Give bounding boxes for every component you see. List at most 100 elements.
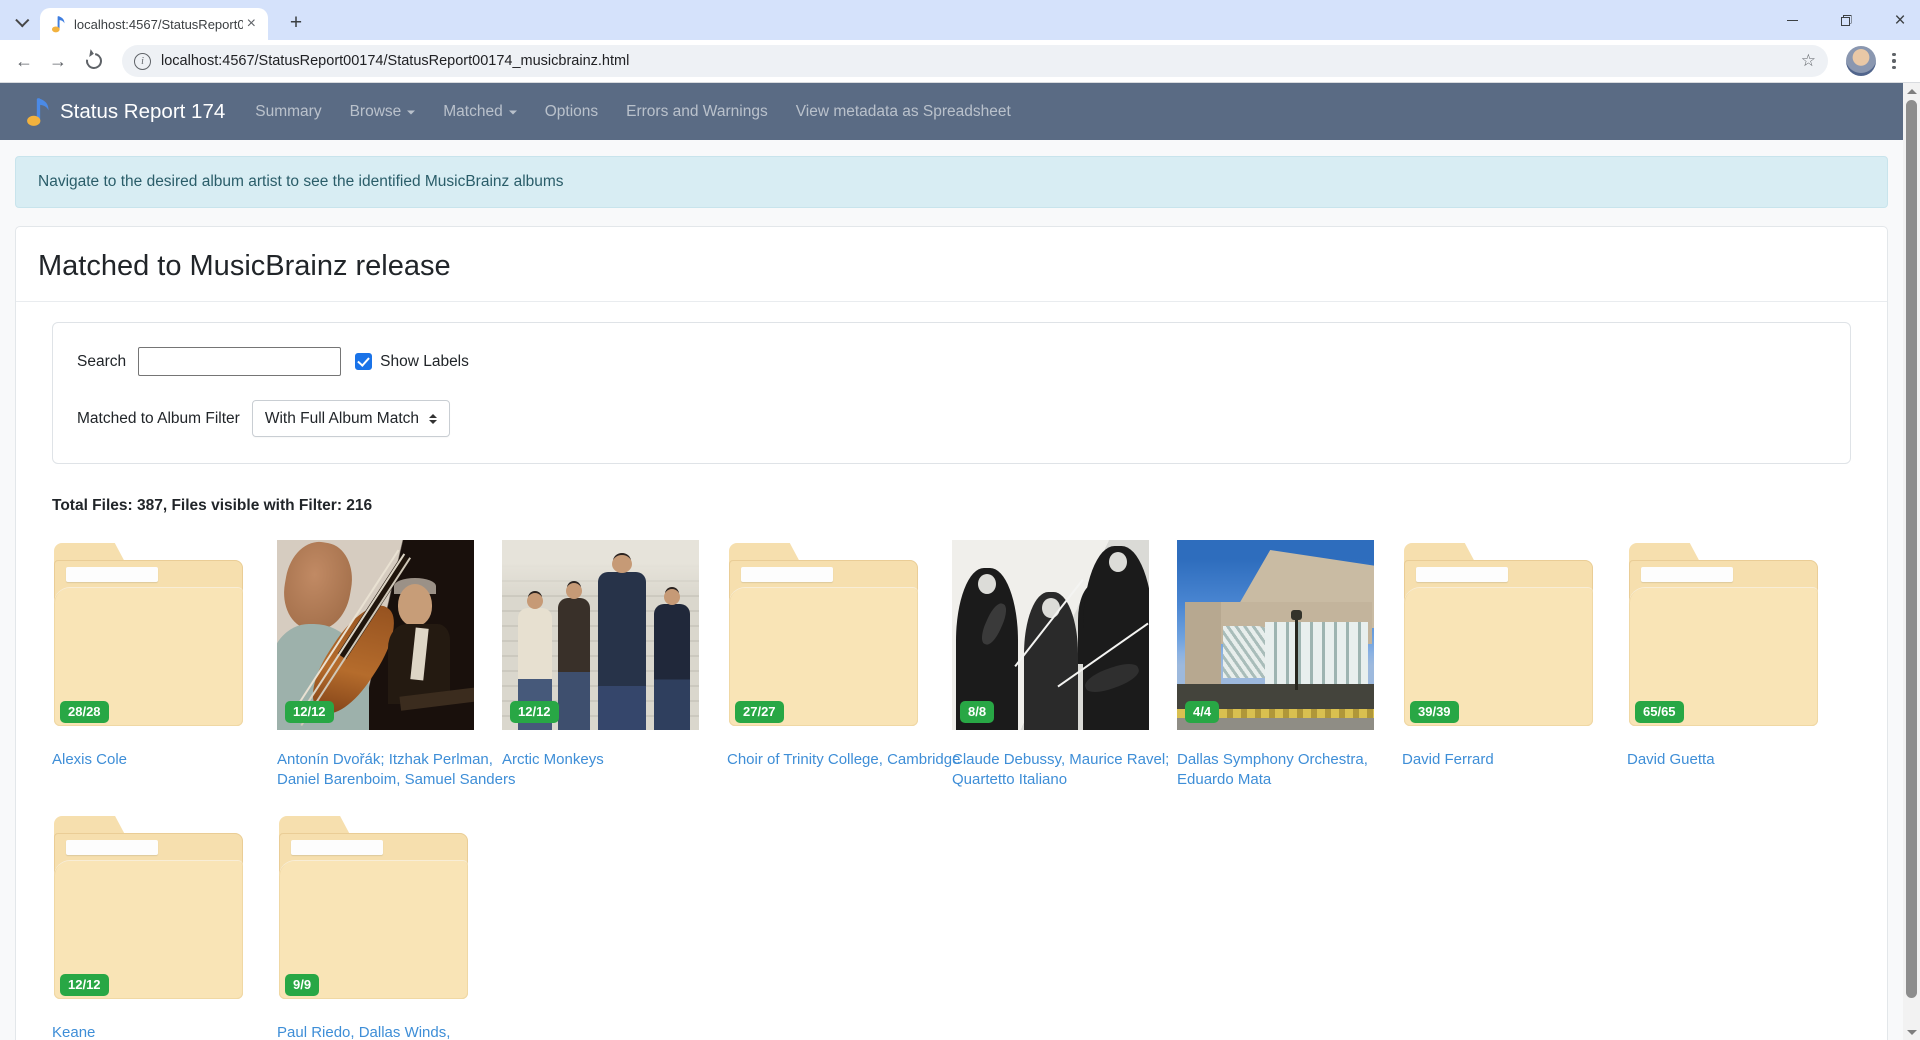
artist-tile[interactable]: 12/12 Keane [52, 813, 249, 1040]
nav-link-label: Browse [350, 103, 402, 121]
navbar-links: Summary Browse Matched Options Errors an… [241, 103, 1025, 121]
url-text[interactable]: localhost:4567/StatusReport00174/StatusR… [161, 53, 1801, 69]
artist-name-link[interactable]: Dallas Symphony Orchestra, Eduardo Mata [1177, 750, 1417, 791]
divider [16, 301, 1887, 302]
artist-tile[interactable]: 12/12 Antonín Dvořák; Itzhak Perlman, Da… [277, 540, 474, 791]
artist-tile[interactable]: 39/39 David Ferrard [1402, 540, 1599, 791]
caret-down-icon [407, 110, 415, 118]
brand-title: Status Report 174 [60, 100, 225, 124]
tab-close-button[interactable]: × [243, 15, 260, 33]
scroll-down-button[interactable] [1903, 1024, 1920, 1040]
artist-tile[interactable]: 4/4 Dallas Symphony Orchestra, Eduardo M… [1177, 540, 1374, 791]
filter-panel: Search Show Labels Matched to Album Filt… [52, 322, 1851, 464]
address-bar[interactable]: i localhost:4567/StatusReport00174/Statu… [122, 45, 1828, 77]
page-title: Matched to MusicBrainz release [16, 227, 1887, 301]
close-icon: × [1894, 11, 1905, 30]
nav-link-label: View metadata as Spreadsheet [796, 103, 1011, 121]
nav-link-label: Matched [443, 103, 502, 121]
match-badge: 12/12 [60, 974, 109, 996]
artist-name-link[interactable]: David Ferrard [1402, 750, 1642, 770]
artist-name-link[interactable]: Paul Riedo, Dallas Winds, Frederick Fenn… [277, 1023, 517, 1040]
artist-thumb[interactable]: 27/27 [727, 540, 924, 730]
scroll-up-icon [1907, 89, 1917, 94]
minimize-icon [1787, 20, 1798, 21]
scroll-down-icon [1907, 1030, 1917, 1035]
site-navbar: Status Report 174 Summary Browse Matched… [0, 83, 1903, 140]
browser-tab[interactable]: localhost:4567/StatusReport001 × [40, 8, 268, 40]
artist-tile[interactable]: 12/12 Arctic Monkeys [502, 540, 699, 791]
info-alert-text: Navigate to the desired album artist to … [38, 173, 564, 191]
artist-name-link[interactable]: Claude Debussy, Maurice Ravel; Quartetto… [952, 750, 1192, 791]
artist-thumb[interactable]: 12/12 [502, 540, 699, 730]
music-note-favicon-icon [50, 15, 66, 33]
browser-menu-button[interactable] [1882, 49, 1906, 73]
artist-tile[interactable]: 65/65 David Guetta [1627, 540, 1824, 791]
nav-link-label: Errors and Warnings [626, 103, 768, 121]
artist-thumb[interactable]: 12/12 [52, 813, 249, 1003]
caret-down-icon [509, 110, 517, 118]
nav-link[interactable]: Browse [336, 103, 430, 121]
search-label: Search [77, 353, 126, 371]
new-tab-button[interactable]: + [282, 9, 310, 37]
album-filter-value: With Full Album Match [265, 410, 419, 428]
show-labels-label: Show Labels [380, 353, 469, 371]
artist-thumb[interactable]: 28/28 [52, 540, 249, 730]
tab-title: localhost:4567/StatusReport001 [74, 17, 243, 32]
artist-thumb[interactable]: 9/9 [277, 813, 474, 1003]
bookmark-star-icon[interactable]: ☆ [1801, 51, 1816, 71]
reload-icon [83, 50, 105, 72]
nav-link[interactable]: Options [531, 103, 612, 121]
nav-link-label: Options [545, 103, 598, 121]
artist-name-link[interactable]: Keane [52, 1023, 292, 1040]
nav-link-label: Summary [255, 103, 321, 121]
artist-name-link[interactable]: Alexis Cole [52, 750, 292, 770]
forward-button[interactable]: → [46, 49, 70, 73]
nav-link[interactable]: Matched [429, 103, 530, 121]
match-badge: 28/28 [60, 701, 109, 723]
scroll-up-button[interactable] [1903, 83, 1920, 99]
album-filter-label: Matched to Album Filter [77, 410, 240, 428]
match-badge: 12/12 [510, 701, 559, 723]
artist-thumb[interactable]: 65/65 [1627, 540, 1824, 730]
browser-titlebar: localhost:4567/StatusReport001 × + × [0, 0, 1920, 40]
page-info-icon[interactable]: i [134, 53, 151, 70]
match-badge: 27/27 [735, 701, 784, 723]
artist-tile[interactable]: 27/27 Choir of Trinity College, Cambridg… [727, 540, 924, 791]
reload-button[interactable] [82, 49, 106, 73]
match-badge: 9/9 [285, 974, 319, 996]
window-close-button[interactable]: × [1888, 8, 1912, 32]
artist-thumb[interactable]: 12/12 [277, 540, 474, 730]
navbar-brand[interactable]: Status Report 174 [24, 96, 225, 127]
nav-link[interactable]: Summary [241, 103, 335, 121]
search-input[interactable] [138, 347, 341, 376]
artist-tile[interactable]: 8/8 Claude Debussy, Maurice Ravel; Quart… [952, 540, 1149, 791]
match-badge: 65/65 [1635, 701, 1684, 723]
music-note-brand-icon [24, 96, 51, 127]
artist-thumb[interactable]: 8/8 [952, 540, 1149, 730]
match-badge: 4/4 [1185, 701, 1219, 723]
artist-tile[interactable]: 9/9 Paul Riedo, Dallas Winds, Frederick … [277, 813, 474, 1040]
artist-thumb[interactable]: 4/4 [1177, 540, 1374, 730]
artist-name-link[interactable]: Antonín Dvořák; Itzhak Perlman, Daniel B… [277, 750, 517, 791]
window-minimize-button[interactable] [1780, 8, 1804, 32]
album-filter-select[interactable]: With Full Album Match [252, 400, 450, 437]
artist-thumb[interactable]: 39/39 [1402, 540, 1599, 730]
nav-link[interactable]: Errors and Warnings [612, 103, 782, 121]
select-arrows-icon [429, 414, 437, 424]
tab-search-button[interactable] [10, 10, 36, 32]
browser-toolbar: ← → i localhost:4567/StatusReport00174/S… [0, 40, 1920, 83]
artist-grid: 28/28 Alexis Cole [52, 540, 1851, 1040]
back-button[interactable]: ← [12, 49, 36, 73]
artist-name-link[interactable]: Choir of Trinity College, Cambridge [727, 750, 967, 770]
page-scrollbar[interactable] [1903, 83, 1920, 1040]
scrollbar-thumb[interactable] [1906, 100, 1917, 998]
main-card: Matched to MusicBrainz release Search Sh… [15, 226, 1888, 1040]
totals-text: Total Files: 387, Files visible with Fil… [52, 497, 1851, 515]
show-labels-checkbox[interactable] [355, 353, 372, 370]
window-restore-button[interactable] [1834, 8, 1858, 32]
artist-name-link[interactable]: Arctic Monkeys [502, 750, 742, 770]
artist-name-link[interactable]: David Guetta [1627, 750, 1867, 770]
nav-link[interactable]: View metadata as Spreadsheet [782, 103, 1025, 121]
artist-tile[interactable]: 28/28 Alexis Cole [52, 540, 249, 791]
profile-avatar[interactable] [1846, 46, 1876, 76]
